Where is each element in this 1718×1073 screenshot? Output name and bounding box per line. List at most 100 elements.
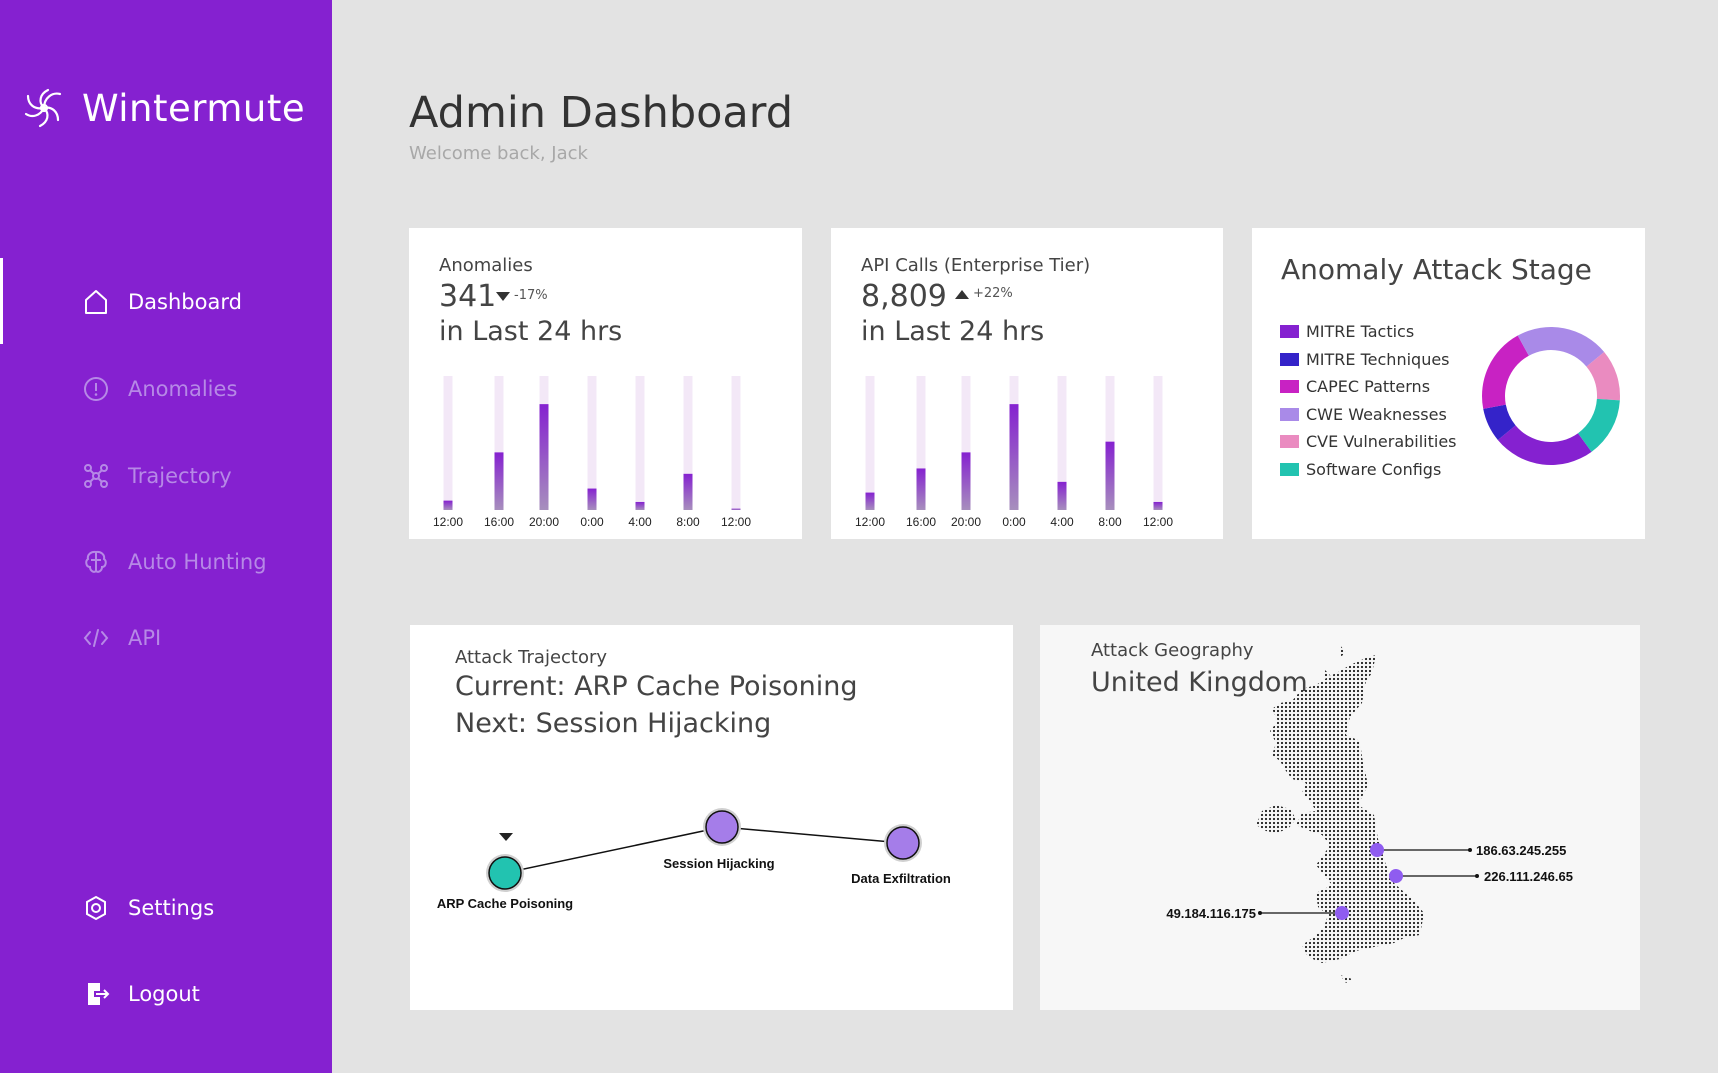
- logout-icon: [82, 980, 110, 1008]
- x-tick-label: 16:00: [484, 515, 514, 529]
- legend-label: CAPEC Patterns: [1306, 377, 1431, 397]
- ip-label: 49.184.116.175: [1166, 906, 1256, 921]
- bar[interactable]: [443, 500, 453, 510]
- x-tick-label: 4:00: [1050, 515, 1074, 529]
- spiral-logo-icon: [24, 88, 62, 128]
- legend-item-mitre-tactics: MITRE Tactics: [1280, 318, 1457, 346]
- legend-swatch: [1280, 435, 1299, 449]
- island-shape: [1340, 975, 1352, 983]
- attack-location-marker[interactable]: [1370, 843, 1384, 857]
- ip-label: 186.63.245.255: [1476, 843, 1566, 858]
- bar[interactable]: [1105, 441, 1115, 510]
- network-icon: [82, 462, 110, 490]
- legend-swatch: [1280, 380, 1299, 394]
- alert-circle-icon: [82, 375, 110, 403]
- nav-item-auto-hunting[interactable]: Auto Hunting: [82, 548, 267, 576]
- trajectory-node-arp-cache-poisoning[interactable]: [486, 854, 524, 892]
- bar[interactable]: [1009, 404, 1019, 510]
- x-tick-label: 12:00: [433, 515, 463, 529]
- donut-slice[interactable]: [1517, 327, 1605, 367]
- trajectory-node-session-hijacking[interactable]: [703, 808, 741, 846]
- legend-swatch: [1280, 325, 1299, 339]
- attack-geography-card[interactable]: Attack Geography United Kingdom 186.63.2…: [1040, 625, 1640, 1010]
- legend-item-capec-patterns: CAPEC Patterns: [1280, 373, 1457, 401]
- ip-leader-dot: [1468, 848, 1472, 852]
- attack-location-marker[interactable]: [1389, 869, 1403, 883]
- bar[interactable]: [731, 508, 741, 510]
- x-tick-label: 0:00: [1002, 515, 1026, 529]
- x-tick-label: 12:00: [855, 515, 885, 529]
- donut-slice[interactable]: [1482, 335, 1529, 409]
- nav-item-logout[interactable]: Logout: [82, 980, 200, 1008]
- trajectory-edge: [721, 826, 904, 844]
- legend-item-mitre-techniques: MITRE Techniques: [1280, 346, 1457, 374]
- legend-item-cwe-weaknesses: CWE Weaknesses: [1280, 401, 1457, 429]
- attack-stage-legend: MITRE Tactics MITRE Techniques CAPEC Pat…: [1280, 318, 1457, 483]
- bar[interactable]: [494, 452, 504, 510]
- island-shape: [1340, 645, 1346, 657]
- legend-item-cve-vulnerabilities: CVE Vulnerabilities: [1280, 428, 1457, 456]
- node-label-session-hijacking: Session Hijacking: [663, 856, 774, 871]
- nav-item-api[interactable]: API: [82, 624, 161, 652]
- x-tick-label: 8:00: [676, 515, 700, 529]
- nav-label-api: API: [128, 626, 162, 650]
- active-nav-indicator: [0, 258, 3, 344]
- bar-track: [635, 376, 645, 510]
- bar[interactable]: [1153, 501, 1163, 510]
- trajectory-graph: ARP Cache Poisoning Session Hijacking Da…: [437, 808, 951, 911]
- legend-swatch: [1280, 462, 1299, 476]
- ip-leader-dot: [1258, 911, 1262, 915]
- bar-track: [865, 376, 875, 510]
- northern-ireland-shape: [1256, 805, 1296, 833]
- bar[interactable]: [587, 488, 597, 510]
- api-calls-bar-chart: 12:00 16:00 20:00 0:00 4:00 8:00 12:00: [855, 376, 1173, 529]
- bar[interactable]: [961, 452, 971, 510]
- x-tick-label: 0:00: [580, 515, 604, 529]
- app-name: Wintermute: [82, 86, 306, 130]
- attack-location-marker[interactable]: [1335, 906, 1349, 920]
- page-title: Admin Dashboard: [409, 88, 793, 138]
- bar[interactable]: [865, 492, 875, 510]
- attack-trajectory-card[interactable]: Attack Trajectory Current: ARP Cache Poi…: [410, 625, 1013, 1010]
- nav-item-anomalies[interactable]: Anomalies: [82, 375, 237, 403]
- bar[interactable]: [539, 404, 549, 510]
- legend-label: Software Configs: [1306, 459, 1442, 479]
- donut-slice[interactable]: [1497, 425, 1592, 465]
- current-node-marker-icon: [499, 833, 513, 841]
- nav-item-dashboard[interactable]: Dashboard: [82, 288, 242, 316]
- nav-label-auto-hunting: Auto Hunting: [128, 550, 267, 574]
- nav-label-dashboard: Dashboard: [128, 290, 242, 314]
- nav-item-trajectory[interactable]: Trajectory: [82, 462, 232, 490]
- nav-label-anomalies: Anomalies: [128, 377, 238, 401]
- code-icon: [82, 624, 110, 652]
- legend-label: MITRE Tactics: [1306, 322, 1415, 342]
- x-tick-label: 20:00: [529, 515, 559, 529]
- bar[interactable]: [683, 473, 693, 510]
- api-calls-card[interactable]: API Calls (Enterprise Tier) 8,809 +22% i…: [831, 228, 1223, 539]
- welcome-message: Welcome back, Jack: [409, 143, 588, 164]
- gear-icon: [82, 894, 110, 922]
- bar-track: [731, 376, 741, 510]
- legend-label: CWE Weaknesses: [1306, 404, 1447, 424]
- nav-label-trajectory: Trajectory: [128, 464, 232, 488]
- ip-leader-dot: [1475, 874, 1479, 878]
- sidebar: Wintermute Dashboard Anomalies Trajector…: [0, 0, 332, 1073]
- x-tick-label: 20:00: [951, 515, 981, 529]
- bar[interactable]: [1057, 481, 1067, 510]
- x-tick-label: 4:00: [628, 515, 652, 529]
- nav-label-logout: Logout: [128, 982, 200, 1006]
- bar[interactable]: [916, 468, 926, 510]
- node-label-arp-cache-poisoning: ARP Cache Poisoning: [437, 896, 573, 911]
- trajectory-node-data-exfiltration[interactable]: [884, 824, 922, 862]
- legend-swatch: [1280, 407, 1299, 421]
- bar-track: [443, 376, 453, 510]
- legend-label: MITRE Techniques: [1306, 349, 1450, 369]
- bar[interactable]: [635, 501, 645, 510]
- home-icon: [82, 288, 110, 316]
- anomalies-bar-chart: 12:00 16:00 20:00 0:00 4:00 8:00 12:00: [433, 376, 751, 529]
- nav-item-settings[interactable]: Settings: [82, 894, 214, 922]
- ip-label: 226.111.246.65: [1484, 869, 1573, 884]
- brand[interactable]: Wintermute: [20, 84, 305, 132]
- anomalies-card[interactable]: Anomalies 341 -17% in Last 24 hrs 12:00 1…: [409, 228, 802, 539]
- legend-swatch: [1280, 352, 1299, 366]
